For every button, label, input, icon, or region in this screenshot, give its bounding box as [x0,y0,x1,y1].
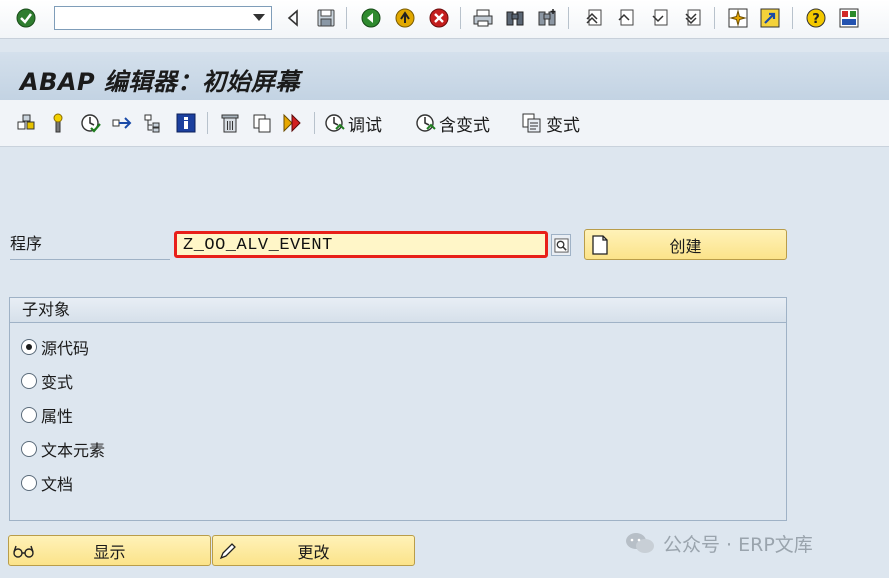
radio-button[interactable] [21,475,37,491]
debug-variant-icon [416,114,436,132]
check-icon[interactable] [78,111,102,135]
object-list-icon[interactable] [142,111,166,135]
radio-attributes[interactable]: 属性 [21,403,73,427]
variants-label: 变式 [546,115,580,136]
debug-with-variant-button[interactable]: 含变式 [414,111,490,136]
watermark: 公众号 · ERP文库 [625,528,813,558]
subobjects-header: 子对象 [10,298,786,323]
radio-label: 源代码 [41,339,90,358]
debug-icon [325,114,345,132]
watermark-text: 公众号 · ERP文库 [663,533,813,556]
print-icon[interactable] [471,6,495,30]
new-document-icon [585,234,615,255]
find-next-icon[interactable] [535,6,559,30]
layout-menu-icon[interactable] [837,6,861,30]
save-icon[interactable] [314,6,338,30]
radio-label: 文档 [41,475,74,494]
chevron-down-icon[interactable] [248,7,270,29]
first-page-icon[interactable] [582,6,606,30]
radio-source-code[interactable]: 源代码 [21,335,89,359]
debug-button[interactable]: 调试 [323,111,382,136]
radio-button[interactable] [21,373,37,389]
radio-documentation[interactable]: 文档 [21,471,73,495]
subobjects-group: 子对象 源代码 变式 属性 文本元素 文档 [9,297,787,521]
change-button[interactable]: 更改 [212,535,415,566]
other-object-icon[interactable] [14,111,38,135]
glasses-icon [9,543,39,559]
delete-icon[interactable] [218,111,242,135]
collapse-left-icon[interactable] [282,6,306,30]
next-page-icon[interactable] [648,6,672,30]
help-icon[interactable]: ? [804,6,828,30]
title-bar: ABAP 编辑器：初始屏幕 [0,52,889,100]
previous-page-icon[interactable] [614,6,638,30]
radio-label: 属性 [41,407,74,426]
command-field[interactable] [54,6,272,30]
display-label: 显示 [93,542,126,562]
radio-variants[interactable]: 变式 [21,369,73,393]
cancel-icon[interactable] [427,6,451,30]
where-used-icon[interactable] [46,111,70,135]
variants-icon [522,113,541,133]
radio-label: 文本元素 [41,441,106,460]
debug-label: 调试 [348,115,382,136]
radio-label: 变式 [41,373,74,392]
navigation-icon[interactable] [110,111,134,135]
variants-button[interactable]: 变式 [521,111,580,136]
copy-icon[interactable] [250,111,274,135]
radio-text-elements[interactable]: 文本元素 [21,437,105,461]
system-toolbar: ? [0,0,889,39]
execute-icon[interactable] [281,111,305,135]
create-label: 创建 [669,236,702,256]
wechat-icon [626,533,654,553]
info-icon[interactable] [174,111,198,135]
find-icon[interactable] [503,6,527,30]
application-toolbar: 调试 含变式 变式 [0,100,889,147]
last-page-icon[interactable] [681,6,705,30]
radio-button[interactable] [21,339,37,355]
enter-icon[interactable] [14,6,38,30]
radio-selected-dot [26,344,32,350]
display-button[interactable]: 显示 [8,535,211,566]
create-button[interactable]: 创建 [584,229,787,260]
back-icon[interactable] [359,6,383,30]
change-label: 更改 [297,542,330,562]
pencil-icon [213,541,243,561]
program-input[interactable]: Z_OO_ALV_EVENT [174,231,548,258]
svg-text:?: ? [812,12,820,27]
page-title: ABAP 编辑器：初始屏幕 [20,68,300,96]
exit-icon[interactable] [393,6,417,30]
radio-button[interactable] [21,441,37,457]
new-session-icon[interactable] [726,6,750,30]
radio-button[interactable] [21,407,37,423]
debug-with-variant-label: 含变式 [439,115,490,136]
value-help-icon[interactable] [551,234,571,256]
shortcut-icon[interactable] [758,6,782,30]
program-label: 程序 [10,233,170,260]
